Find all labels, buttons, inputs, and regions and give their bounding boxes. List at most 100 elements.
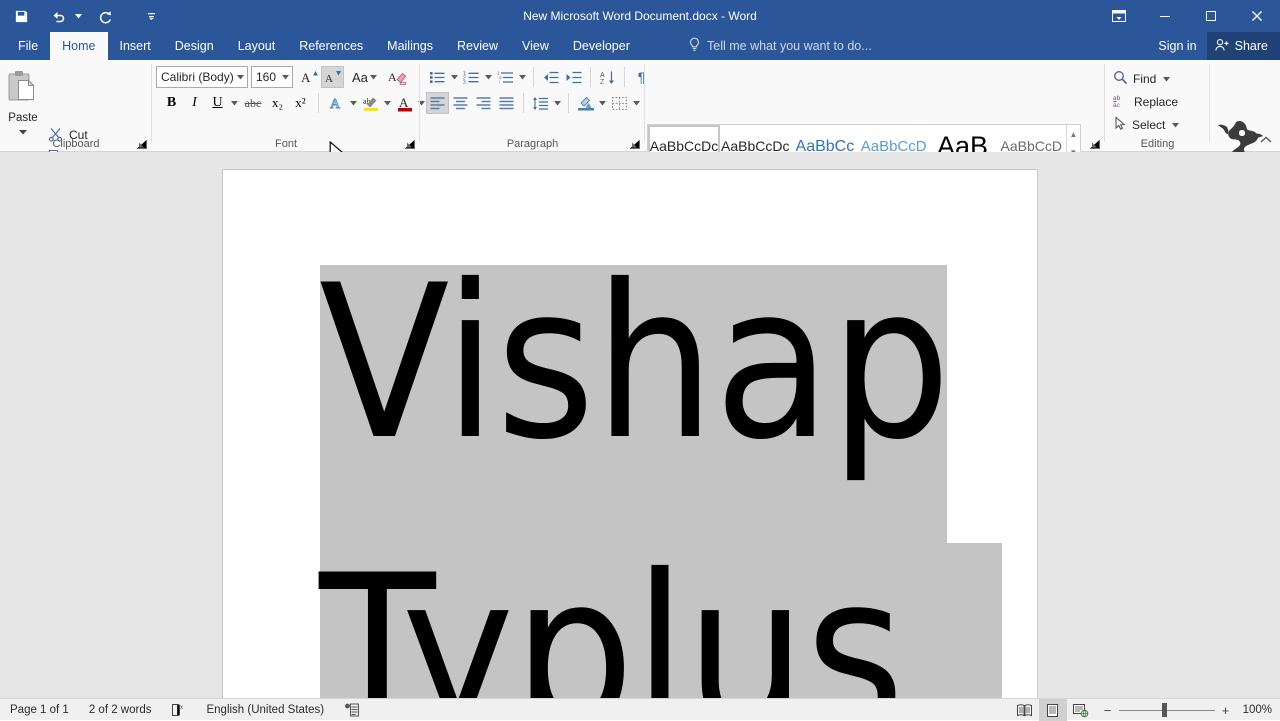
minimize-icon[interactable] (1142, 0, 1188, 32)
tab-review[interactable]: Review (445, 32, 510, 60)
shading-button[interactable] (574, 92, 597, 114)
underline-label: U (212, 95, 223, 110)
highlight-chevron-down-icon[interactable] (382, 92, 393, 114)
font-name-chevron-down-icon[interactable] (233, 67, 247, 87)
ribbon-tab-strip: File Home Insert Design Layout Reference… (0, 32, 1280, 60)
font-size-combo[interactable]: 160 (251, 66, 293, 88)
font-size-chevron-down-icon[interactable] (278, 67, 292, 87)
font-color-button[interactable]: A (393, 92, 416, 114)
sort-button[interactable]: AZ (596, 66, 619, 88)
zoom-track[interactable] (1118, 699, 1215, 721)
text-effects-chevron-down-icon[interactable] (348, 92, 359, 114)
document-line-1[interactable]: Vishap (319, 257, 951, 469)
font-name-combo[interactable]: Calibri (Body) (156, 66, 248, 88)
paragraph-dialog-launcher[interactable] (629, 137, 641, 149)
tab-design[interactable]: Design (163, 32, 226, 60)
select-button[interactable]: Select (1108, 114, 1186, 136)
align-left-button[interactable] (426, 92, 449, 114)
tab-home[interactable]: Home (50, 32, 108, 60)
find-button[interactable]: Find (1108, 68, 1177, 90)
document-line-2[interactable]: Typlus (319, 547, 905, 699)
clipboard-dialog-launcher[interactable] (136, 137, 148, 149)
underline-chevron-down-icon[interactable] (229, 92, 240, 114)
document-canvas[interactable]: Vishap Typlus (0, 152, 1280, 698)
change-case-label: Aa (352, 69, 368, 85)
group-label-editing: Editing (1140, 138, 1175, 150)
text-highlight-color-button[interactable]: ab (359, 92, 382, 114)
font-size-value: 160 (256, 70, 277, 84)
find-chevron-down-icon[interactable] (1161, 68, 1172, 90)
font-dialog-launcher[interactable] (404, 137, 416, 149)
borders-chevron-down-icon[interactable] (631, 92, 642, 114)
numbering-chevron-down-icon[interactable] (483, 66, 494, 88)
tab-mailings[interactable]: Mailings (375, 32, 445, 60)
sign-in-button[interactable]: Sign in (1148, 32, 1206, 60)
document-page[interactable]: Vishap Typlus (222, 169, 1038, 698)
decrease-indent-button[interactable] (539, 66, 562, 88)
increase-indent-button[interactable] (562, 66, 585, 88)
text-effects-button[interactable]: A (325, 92, 348, 114)
styles-scroll-up-icon[interactable]: ▲ (1067, 125, 1080, 143)
align-center-button[interactable] (449, 92, 472, 114)
svg-text:Z: Z (600, 79, 605, 85)
ribbon-group-clipboard: Paste Cut Copy Format Painter Clipboard (0, 60, 152, 186)
increase-font-size-button[interactable]: A (298, 66, 321, 88)
multilevel-list-chevron-down-icon[interactable] (517, 66, 528, 88)
align-right-button[interactable] (472, 92, 495, 114)
multilevel-list-button[interactable]: 1ai (494, 66, 517, 88)
tab-references[interactable]: References (287, 32, 375, 60)
bullets-chevron-down-icon[interactable] (449, 66, 460, 88)
tab-layout[interactable]: Layout (226, 32, 288, 60)
tab-view[interactable]: View (510, 32, 561, 60)
zoom-slider[interactable]: − + (1095, 699, 1239, 721)
line-spacing-chevron-down-icon[interactable] (552, 92, 563, 114)
justify-button[interactable] (495, 92, 518, 114)
ribbon-display-options-icon[interactable] (1096, 0, 1142, 32)
read-mode-button[interactable] (1011, 699, 1039, 721)
zoom-thumb[interactable] (1161, 703, 1167, 717)
underline-button[interactable]: U (206, 92, 229, 114)
collapse-ribbon-button[interactable] (1258, 132, 1274, 148)
restore-icon[interactable] (1188, 0, 1234, 32)
change-case-chevron-down-icon[interactable] (368, 66, 379, 88)
ribbon: Paste Cut Copy Format Painter Clipboard (0, 60, 1280, 186)
superscript-button[interactable]: x² (289, 92, 312, 114)
paste-label: Paste (8, 112, 38, 124)
zoom-level[interactable]: 100% (1239, 704, 1280, 716)
tab-file[interactable]: File (6, 32, 50, 60)
bold-button[interactable]: B (160, 92, 183, 114)
strikethrough-button[interactable]: abc (240, 92, 266, 114)
styles-dialog-launcher[interactable] (1089, 137, 1101, 149)
language-indicator[interactable]: English (United States) (196, 699, 334, 721)
macro-record-icon[interactable] (334, 699, 369, 721)
zoom-out-button[interactable]: − (1101, 701, 1115, 719)
page-indicator[interactable]: Page 1 of 1 (0, 699, 79, 721)
tell-me-search[interactable]: Tell me what you want to do... (688, 32, 872, 60)
decrease-font-size-button[interactable]: A (321, 66, 344, 88)
share-button[interactable]: Share (1206, 32, 1280, 60)
shading-chevron-down-icon[interactable] (597, 92, 608, 114)
group-label-paragraph: Paragraph (506, 138, 559, 150)
bullets-button[interactable] (426, 66, 449, 88)
borders-button[interactable] (608, 92, 631, 114)
close-icon[interactable] (1234, 0, 1280, 32)
replace-button[interactable]: ab ac Replace (1108, 91, 1183, 113)
web-layout-button[interactable] (1067, 699, 1095, 721)
select-label: Select (1132, 118, 1166, 132)
clear-formatting-button[interactable]: A (386, 66, 409, 88)
tab-insert[interactable]: Insert (108, 32, 163, 60)
subscript-button[interactable]: x₂ (266, 92, 289, 114)
tab-developer[interactable]: Developer (561, 32, 642, 60)
svg-text:3: 3 (463, 80, 466, 85)
print-layout-button[interactable] (1038, 699, 1067, 721)
paste-button[interactable]: Paste (4, 64, 42, 138)
proofing-errors-icon[interactable]: x (161, 699, 196, 721)
line-spacing-button[interactable] (529, 92, 552, 114)
italic-button[interactable]: I (183, 92, 206, 114)
zoom-in-button[interactable]: + (1219, 701, 1233, 719)
select-chevron-down-icon[interactable] (1170, 114, 1181, 136)
numbering-button[interactable]: 123 (460, 66, 483, 88)
paste-chevron-down-icon[interactable] (19, 124, 27, 138)
word-count[interactable]: 2 of 2 words (79, 699, 162, 721)
change-case-button[interactable]: Aa (349, 66, 382, 88)
